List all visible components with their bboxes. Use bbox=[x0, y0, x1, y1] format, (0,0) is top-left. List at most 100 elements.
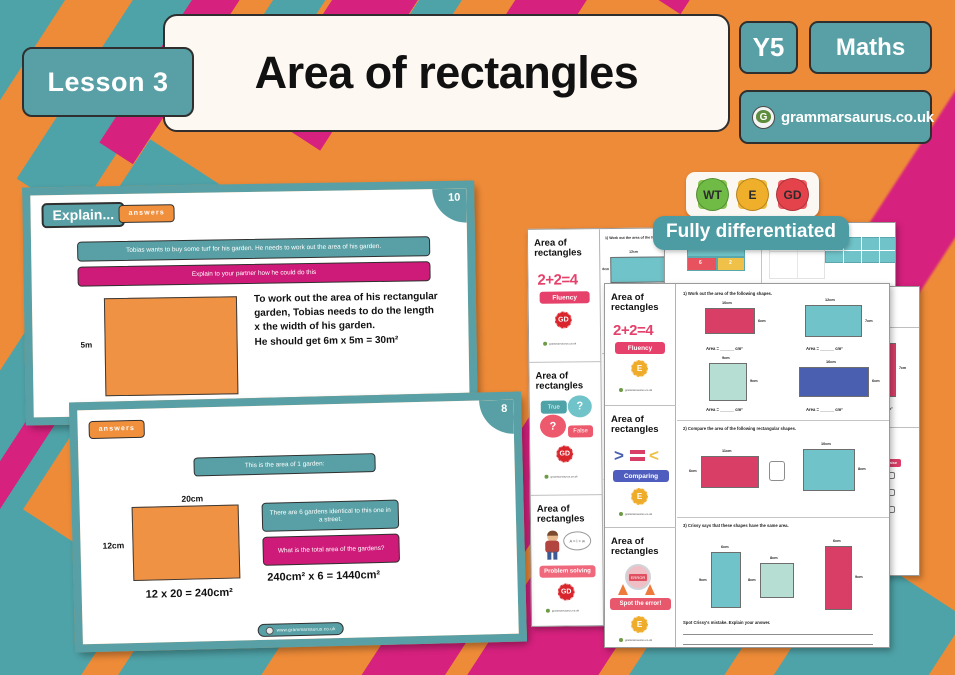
slide-footer-brand: www.grammarsaurus.co.uk bbox=[257, 621, 344, 638]
ws-card-title: Area of rectangles bbox=[611, 292, 659, 314]
level-badge-gd: GD bbox=[776, 178, 809, 211]
ws-q1-shape-1 bbox=[705, 308, 755, 334]
ws-q1-shape-1-top-label: 10cm bbox=[722, 301, 732, 305]
level-label-e: E bbox=[748, 187, 757, 202]
ws-seal-gd: GD bbox=[554, 311, 572, 329]
mini-brand-text: grammarsaurus.co.uk bbox=[550, 474, 578, 479]
ws-motif-equals-icon bbox=[630, 450, 645, 461]
ws-q2-prompt: 2) Compare the area of the following rec… bbox=[683, 426, 797, 431]
mini-brand-text: grammarsaurus.co.uk bbox=[625, 388, 653, 392]
ws-q3-shape-2 bbox=[760, 563, 794, 598]
garden-rectangle-diagram bbox=[103, 296, 239, 397]
worksheet-question-area: 1) Work out the area of the following sh… bbox=[677, 284, 889, 647]
answers-button[interactable]: answers bbox=[88, 419, 146, 440]
mini-logo-icon bbox=[545, 608, 550, 613]
ws-q2-comparison-box[interactable] bbox=[769, 461, 785, 481]
ws-q1-shape-3 bbox=[709, 363, 747, 401]
slide-context-band: There are 6 gardens identical to this on… bbox=[261, 499, 400, 532]
ws-r-shape-side-label: 7cm bbox=[899, 366, 907, 370]
lesson-label: Lesson 3 bbox=[47, 66, 169, 97]
ws-card-title: Area of rectangles bbox=[534, 237, 582, 260]
year-label: Y5 bbox=[752, 32, 785, 62]
ws-q1-shape-3-answer: Area = ______ cm² bbox=[706, 407, 743, 412]
rect-height-label: 5m bbox=[80, 340, 93, 350]
ws-pill-comparing: Comparing bbox=[613, 470, 669, 482]
ws-q3-shape-3-top-label: 6cm bbox=[833, 539, 841, 543]
ws-q1-shape-2-top-label: 12cm bbox=[825, 298, 835, 302]
ws-motif-2plus2: 2+2=4 bbox=[537, 271, 578, 289]
ws-mini-brand: grammarsaurus.co.uk bbox=[543, 341, 576, 346]
slide-task-band: Explain to your partner how he could do … bbox=[77, 261, 431, 287]
ws-pill-problem-solving: Problem solving bbox=[539, 565, 596, 578]
mini-brand-text: grammarsaurus.co.uk bbox=[551, 608, 580, 613]
worksheet-card-spot-error-e: Area of rectangles ERROR Spot the error!… bbox=[605, 528, 676, 647]
mini-logo-icon bbox=[619, 388, 623, 392]
rect-width-label: 20cm bbox=[181, 493, 204, 504]
garden-rectangle-diagram bbox=[131, 504, 241, 582]
ws-pill-fluency: Fluency bbox=[615, 342, 665, 354]
brand-badge[interactable]: G grammarsaurus.co.uk bbox=[739, 90, 934, 144]
ws-q3-shape-2-top-label: 8cm bbox=[770, 556, 778, 560]
ws-q3-shape-2-side-label: 8cm bbox=[748, 578, 756, 582]
ws-card-title: Area of rectangles bbox=[611, 414, 659, 436]
explain-answer-text: To work out the area of his rectangular … bbox=[253, 291, 438, 348]
ws-motif-traffic-cone-right-icon bbox=[645, 584, 655, 595]
ws-mini-brand: grammarsaurus.co.uk bbox=[545, 608, 580, 613]
ws-answer-line-1[interactable] bbox=[683, 634, 873, 635]
worksheet-card-problem-gd: Area of rectangles A = l × w Problem sol… bbox=[531, 495, 604, 627]
ws-q1-shape-4-answer: Area = ______ cm² bbox=[806, 407, 843, 412]
ws-q1-shape-3-top-label: 9cm bbox=[722, 356, 730, 360]
ws-q2-shape-2 bbox=[803, 449, 855, 491]
logo-letter: G bbox=[759, 111, 768, 123]
grammarsaurus-logo-icon: G bbox=[752, 105, 775, 129]
mini-brand-text: grammarsaurus.co.uk bbox=[625, 638, 653, 642]
ws-q1-shape-4-side-label: 6cm bbox=[872, 379, 880, 383]
ws-motif-2plus2: 2+2=4 bbox=[613, 322, 654, 339]
year-badge: Y5 bbox=[739, 21, 798, 74]
fully-differentiated-label: Fully differentiated bbox=[653, 216, 849, 250]
ws-pill-spot-error: Spot the error! bbox=[610, 598, 671, 610]
ws-q3-shape-3 bbox=[825, 546, 852, 610]
worksheet-sheet-front[interactable]: Area of rectangles 2+2=4 Fluency E gramm… bbox=[604, 283, 890, 648]
ws-mini-brand: grammarsaurus.co.uk bbox=[619, 512, 652, 516]
ws-mini-brand: grammarsaurus.co.uk bbox=[544, 474, 578, 479]
ws-q2-shape-2-side-label: 8cm bbox=[858, 467, 866, 471]
level-badge-e: E bbox=[736, 178, 769, 211]
slide-card-area-of-one-garden[interactable]: 8 answers This is the area of 1 garden: … bbox=[69, 391, 527, 653]
level-label-gd: GD bbox=[783, 187, 802, 202]
ws-card-title: Area of rectangles bbox=[536, 503, 585, 526]
footer-logo-icon bbox=[265, 626, 274, 635]
page-title: Area of rectangles bbox=[254, 47, 639, 98]
ws-q2-shape-2-top-label: 10cm bbox=[821, 442, 831, 446]
ws-q1-shape-4-top-label: 16cm bbox=[826, 360, 836, 364]
ws-seal-e: E bbox=[631, 616, 648, 633]
ws-back-shape-a-side-label: 6cm bbox=[602, 267, 610, 272]
ws-q3-shape-1-top-label: 6cm bbox=[721, 545, 729, 549]
ws-answer-line-2[interactable] bbox=[683, 644, 873, 645]
ws-card-title: Area of rectangles bbox=[611, 536, 659, 558]
ws-q3-shape-3-side-label: 9cm bbox=[855, 575, 863, 579]
ws-back-shape-a-top-label: 12cm bbox=[629, 249, 638, 254]
slide-prompt-band: Tobias wants to buy some turf for his ga… bbox=[77, 236, 431, 262]
ws-q3-prompt: 3) Crissy says that these shapes have th… bbox=[683, 523, 789, 528]
ws-back-shape-a bbox=[610, 256, 671, 284]
ws-q2-shape-1-top-label: 11cm bbox=[722, 449, 732, 453]
answers-button[interactable]: answers bbox=[118, 204, 176, 224]
area-equation-total: 240cm² x 6 = 1440cm² bbox=[267, 569, 381, 584]
ws-motif-greater-than-icon: > bbox=[614, 446, 624, 465]
level-badge-wt: WT bbox=[696, 178, 729, 211]
slide-page-number: 10 bbox=[432, 188, 467, 224]
worksheet-card-fluency-gd: Area of rectangles 2+2=4 Fluency GD gram… bbox=[527, 229, 602, 363]
ws-motif-less-than-icon: < bbox=[649, 446, 659, 465]
ws-q1-shape-2-answer: Area = ______ cm² bbox=[806, 346, 843, 351]
rect-height-label: 12cm bbox=[102, 540, 125, 551]
ws-q1-shape-2 bbox=[805, 305, 862, 337]
ws-q1-prompt: 1) Work out the area of the following sh… bbox=[683, 291, 773, 296]
slide-section-tag-explain: Explain... bbox=[41, 201, 126, 229]
ws-seal-gd: GD bbox=[557, 583, 575, 601]
ws-q1-shape-2-side-label: 7cm bbox=[865, 319, 873, 323]
area-equation-main: 12 x 20 = 240cm² bbox=[145, 586, 234, 601]
ws-motif-false-bubble: False bbox=[567, 425, 594, 438]
slide-card-explain[interactable]: 10 Explain... answers Tobias wants to bu… bbox=[22, 180, 478, 426]
ws-q1-shape-4 bbox=[799, 367, 869, 397]
